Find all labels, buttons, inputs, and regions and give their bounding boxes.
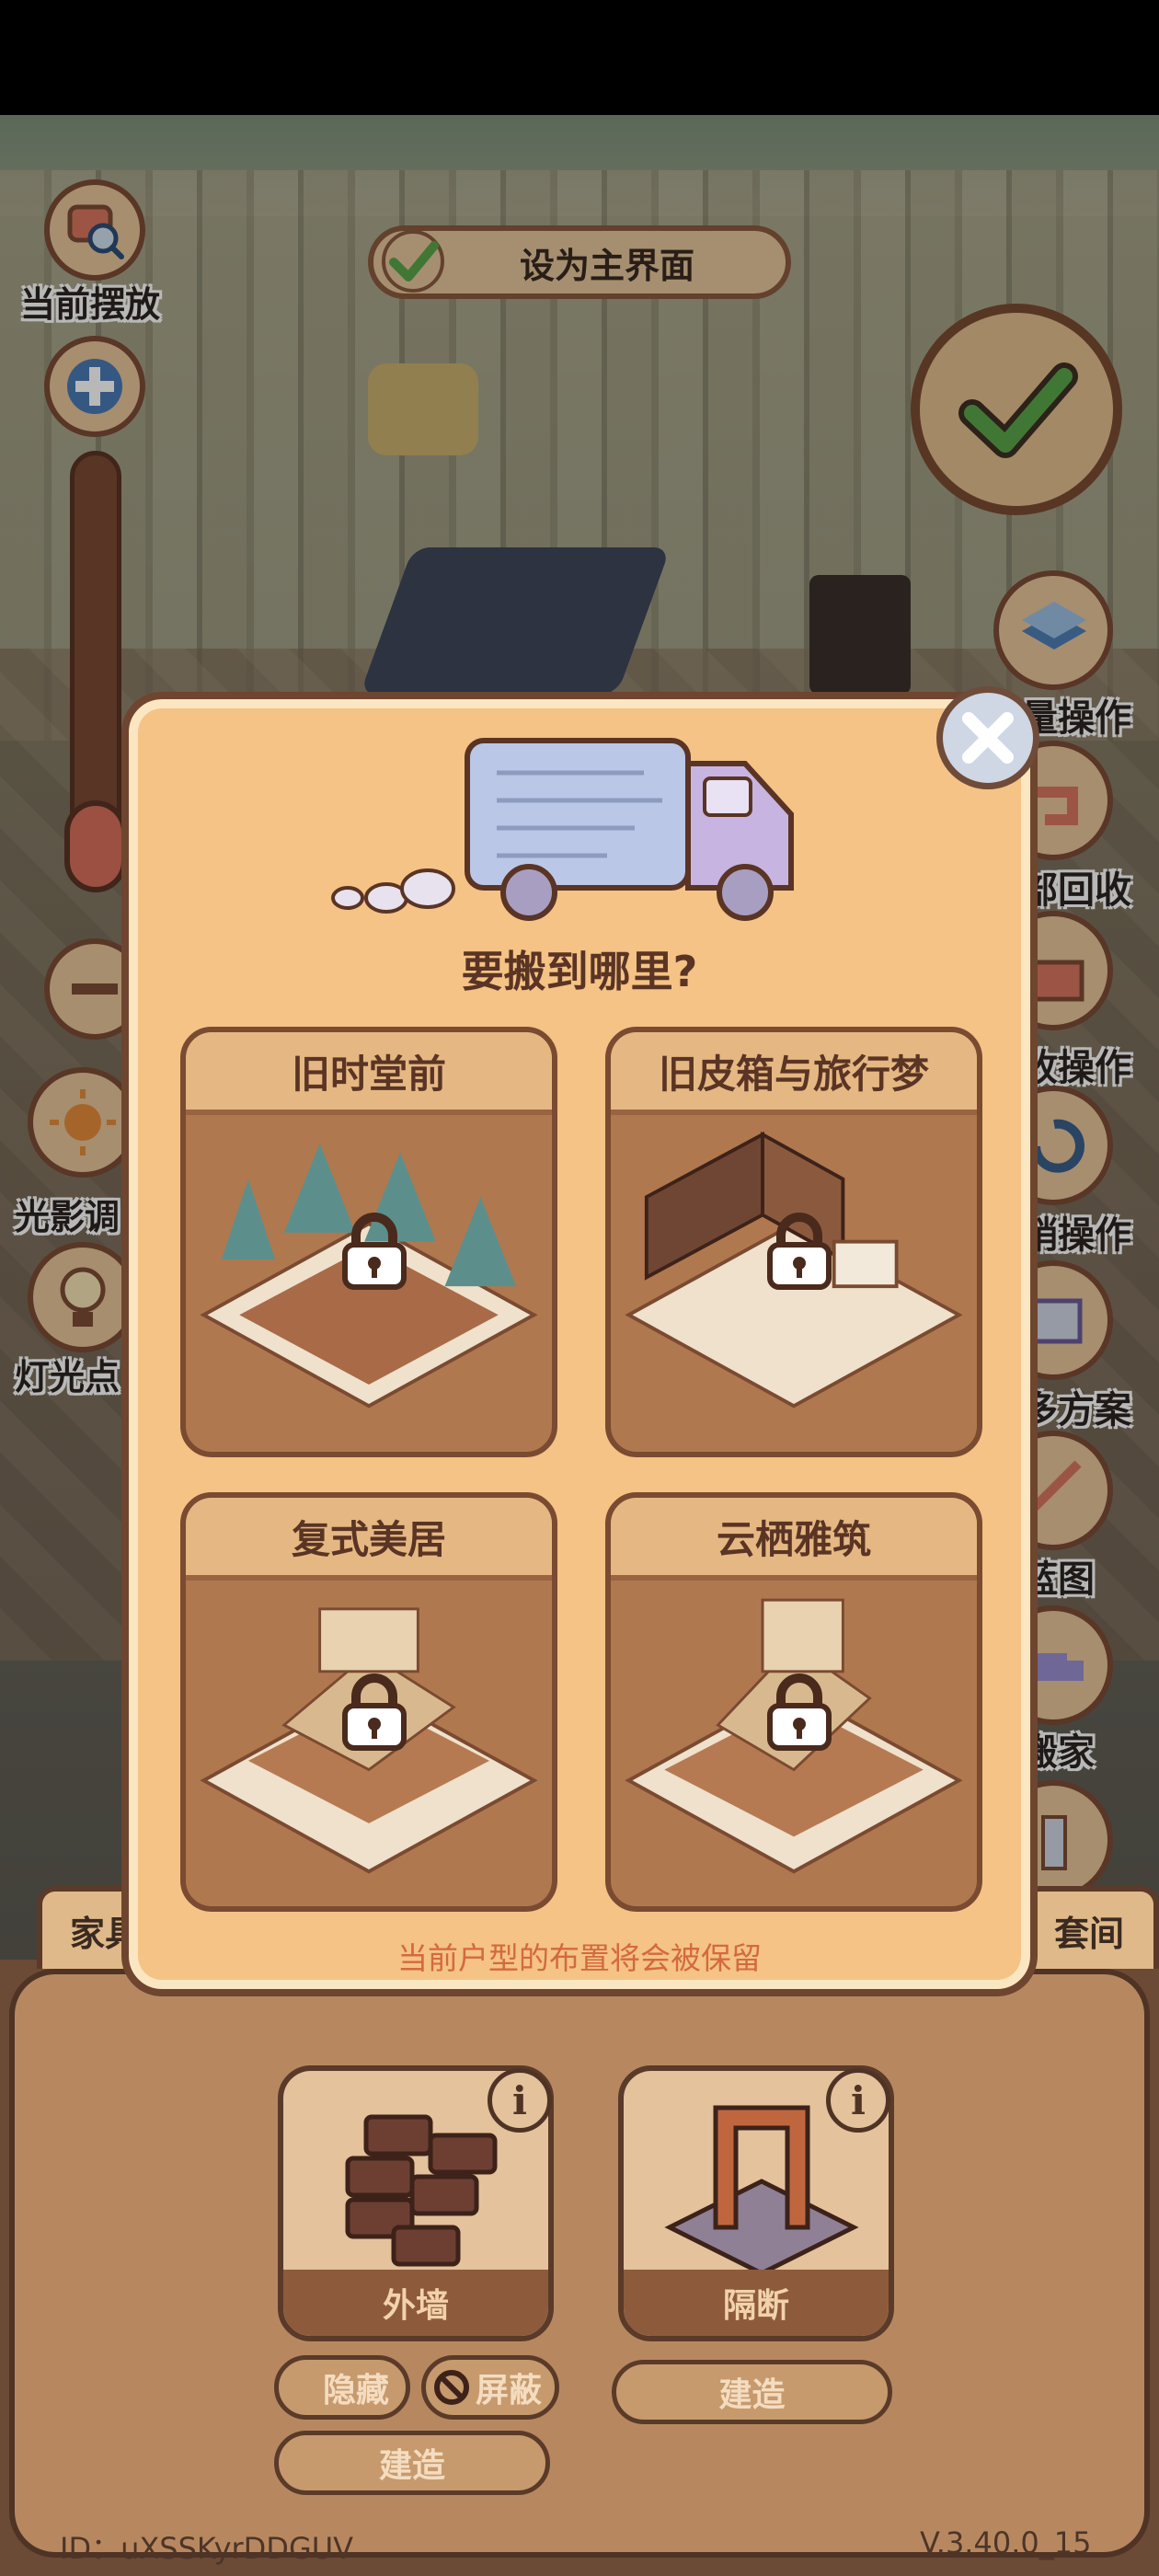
ban-icon	[434, 2370, 469, 2405]
lock-icon	[767, 1213, 832, 1290]
shield-label: 屏蔽	[475, 2372, 542, 2409]
dialog-title: 要搬到哪里?	[461, 947, 698, 996]
build-outer-wall-button[interactable]: 建造	[274, 2431, 550, 2495]
tab-suite[interactable]: 套间	[1021, 1886, 1159, 1969]
truck-illustration	[331, 738, 794, 921]
tab-suite-label: 套间	[1054, 1913, 1125, 1954]
version-text: V.3.40.0_15	[920, 2525, 1092, 2560]
house-card-1-title: 旧时堂前	[186, 1032, 552, 1115]
house-card-4-title: 云栖雅筑	[611, 1498, 977, 1581]
build-partition-label: 建造	[718, 2376, 786, 2414]
build-partition-button[interactable]: 建造	[612, 2360, 892, 2424]
shield-button[interactable]: 屏蔽	[421, 2355, 559, 2420]
close-icon	[962, 712, 1014, 764]
dialog-note: 当前户型的布置将会被保留	[397, 1940, 762, 1976]
outer-wall-label: 外墙	[283, 2270, 548, 2336]
partition-info-icon[interactable]: i	[826, 2068, 890, 2133]
house-card-2[interactable]: 旧皮箱与旅行梦	[605, 1027, 982, 1457]
outer-wall-info-icon[interactable]: i	[488, 2068, 552, 2133]
build-outer-wall-label: 建造	[378, 2447, 445, 2485]
hide-label: 隐藏	[322, 2372, 389, 2409]
lock-icon	[767, 1673, 832, 1751]
house-card-1[interactable]: 旧时堂前	[180, 1027, 557, 1457]
build-panel	[9, 1969, 1150, 2558]
user-id: ID：uXSSKyrDDGUV	[60, 2531, 354, 2566]
house-card-4[interactable]: 云栖雅筑	[605, 1492, 982, 1912]
house-card-3[interactable]: 复式美居	[180, 1492, 557, 1912]
hide-button[interactable]: 隐藏	[274, 2355, 410, 2420]
partition-label: 隔断	[624, 2270, 889, 2336]
lock-icon	[342, 1213, 407, 1290]
house-card-3-title: 复式美居	[186, 1498, 552, 1581]
house-card-2-title: 旧皮箱与旅行梦	[611, 1032, 977, 1115]
lock-icon	[342, 1673, 407, 1751]
close-button[interactable]	[936, 686, 1039, 789]
